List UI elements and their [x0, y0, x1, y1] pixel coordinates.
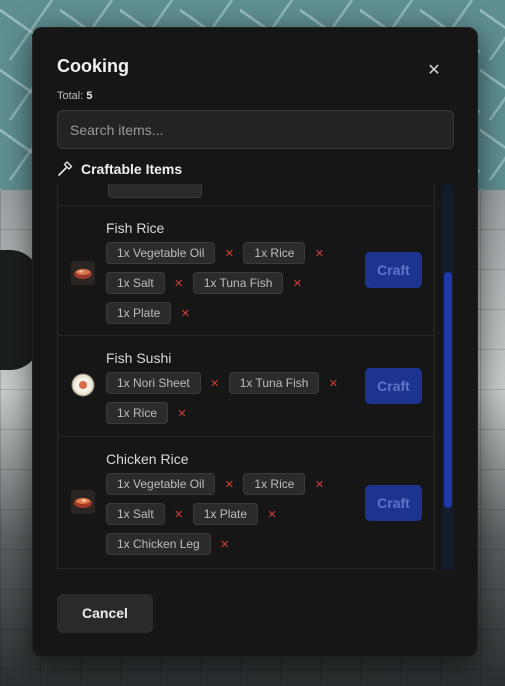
ingredient-chip: 1x Tuna Fish [192, 272, 284, 294]
chicken-rice-bowl-icon [70, 489, 96, 515]
ingredient-row: 1x Nori Sheet ✕ 1x Tuna Fish ✕ [106, 372, 347, 394]
modal-title: Cooking [57, 56, 129, 76]
section-header: Craftable Items [57, 159, 182, 179]
fish-rice-bowl-icon [70, 260, 96, 286]
cancel-button[interactable]: Cancel [57, 594, 153, 633]
missing-icon: ✕ [328, 377, 339, 390]
section-label: Craftable Items [81, 161, 183, 177]
ingredient-row: 1x Plate ✕ [106, 302, 199, 324]
ingredient-chip: 1x Rice [106, 402, 169, 424]
recipe-list[interactable]: Fish Rice 1x Vegetable Oil ✕ 1x Rice ✕ 1… [57, 184, 435, 570]
craft-button[interactable]: Craft [365, 485, 422, 521]
fish-sushi-icon [70, 372, 96, 398]
missing-icon: ✕ [177, 407, 187, 420]
close-icon[interactable]: ✕ [425, 62, 443, 80]
partial-ingredient-chip [108, 184, 202, 198]
ingredient-chip: 1x Plate [106, 302, 172, 324]
missing-icon: ✕ [267, 508, 277, 521]
ingredient-row: 1x Vegetable Oil ✕ 1x Rice ✕ [106, 473, 333, 495]
ingredient-row: 1x Chicken Leg ✕ [106, 533, 239, 555]
ingredient-chip: 1x Vegetable Oil [106, 473, 216, 495]
missing-icon: ✕ [180, 307, 190, 320]
ingredient-chip: 1x Rice [243, 242, 306, 264]
missing-icon: ✕ [314, 247, 325, 260]
ingredient-row: 1x Salt ✕ 1x Plate ✕ [106, 503, 286, 525]
total-label: Total: [57, 90, 84, 102]
craft-button[interactable]: Craft [365, 368, 422, 404]
ingredient-chip: 1x Nori Sheet [106, 372, 201, 394]
ingredient-row: 1x Vegetable Oil ✕ 1x Rice ✕ [106, 242, 333, 264]
recipe-row: Chicken Rice 1x Vegetable Oil ✕ 1x Rice … [58, 437, 434, 569]
ingredient-chip: 1x Tuna Fish [228, 372, 320, 394]
total-value: 5 [86, 90, 93, 102]
ingredient-chip: 1x Vegetable Oil [106, 242, 216, 264]
craft-button[interactable]: Craft [365, 252, 422, 288]
ingredient-row: 1x Rice ✕ [106, 402, 196, 424]
cooking-modal: Cooking ✕ Total: 5 Craftable Items [32, 27, 478, 657]
ingredient-row: 1x Salt ✕ 1x Tuna Fish ✕ [106, 272, 311, 294]
recipe-row: Fish Rice 1x Vegetable Oil ✕ 1x Rice ✕ 1… [58, 206, 434, 336]
scrollbar-thumb[interactable] [444, 272, 452, 508]
search-input[interactable] [57, 110, 454, 149]
total-count: Total: 5 [57, 90, 92, 102]
missing-icon: ✕ [224, 247, 235, 260]
missing-icon: ✕ [314, 478, 325, 491]
recipe-row: Fish Sushi 1x Nori Sheet ✕ 1x Tuna Fish … [58, 336, 434, 437]
recipe-name: Fish Sushi [106, 350, 172, 366]
ingredient-chip: 1x Salt [106, 503, 165, 525]
ingredient-chip: 1x Plate [192, 503, 259, 525]
ingredient-chip: 1x Rice [243, 473, 306, 495]
missing-icon: ✕ [210, 377, 220, 390]
missing-icon: ✕ [220, 538, 230, 551]
recipe-name: Chicken Rice [106, 451, 189, 467]
missing-icon: ✕ [174, 508, 184, 521]
missing-icon: ✕ [174, 277, 184, 290]
ingredient-chip: 1x Salt [106, 272, 165, 294]
missing-icon: ✕ [224, 478, 235, 491]
recipe-name: Fish Rice [106, 220, 165, 236]
hammer-icon [57, 161, 73, 177]
scrollbar[interactable] [442, 184, 454, 570]
ingredient-chip: 1x Chicken Leg [106, 533, 211, 555]
missing-icon: ✕ [292, 277, 302, 290]
